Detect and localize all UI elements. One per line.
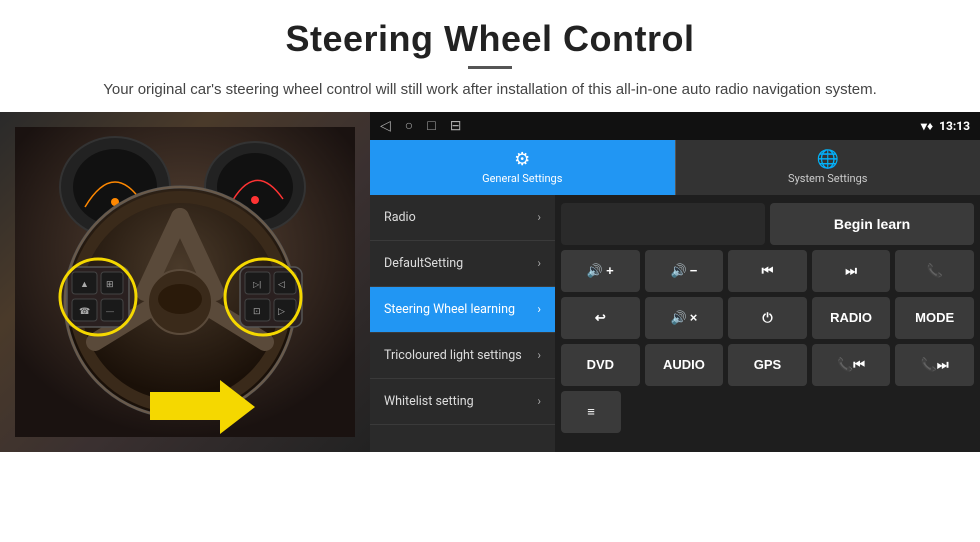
tab-bar: ⚙ General Settings 🌐 System Settings <box>370 140 980 195</box>
status-indicators: ▾♦ 13:13 <box>921 119 970 133</box>
prev-icon: ⏮ <box>762 263 774 279</box>
gps-button[interactable]: GPS <box>728 344 807 386</box>
android-ui: ◁ ○ □ ⊟ ▾♦ 13:13 ⚙ General Settings 🌐 Sy… <box>370 112 980 452</box>
mode-label: MODE <box>915 310 954 325</box>
menu-default-label: DefaultSetting <box>384 256 537 271</box>
phone-icon: 📞 <box>927 263 943 279</box>
next-track-button[interactable]: ⏭ <box>812 250 891 292</box>
car-image: ▲ ⊞ ☎ — ▷| ◁ ⊡ ▷ <box>0 112 370 452</box>
hang-up-button[interactable]: ↩ <box>561 297 640 339</box>
chevron-icon-tricoloured: › <box>537 348 541 362</box>
radio-label: RADIO <box>830 310 872 325</box>
chevron-icon-steering: › <box>537 302 541 316</box>
tab-system-settings[interactable]: 🌐 System Settings <box>675 140 980 195</box>
gps-label: GPS <box>754 357 781 372</box>
status-bar: ◁ ○ □ ⊟ ▾♦ 13:13 <box>370 112 980 140</box>
svg-text:☎: ☎ <box>79 306 90 316</box>
page-subtitle: Your original car's steering wheel contr… <box>60 79 920 102</box>
globe-icon: 🌐 <box>817 149 839 170</box>
svg-text:⊞: ⊞ <box>106 279 114 289</box>
begin-learn-button[interactable]: Begin learn <box>770 203 974 245</box>
list-icon: ≡ <box>587 404 595 419</box>
clock: 13:13 <box>939 119 970 133</box>
hangup-icon: ↩ <box>595 310 606 326</box>
menu-item-whitelist[interactable]: Whitelist setting › <box>370 379 555 425</box>
tab-general-label: General Settings <box>482 172 562 185</box>
signal-icon: ▾♦ <box>921 119 933 133</box>
vol-down-icon: 🔊 <box>671 263 687 279</box>
dvd-button[interactable]: DVD <box>561 344 640 386</box>
key-input-display <box>561 203 765 245</box>
svg-text:◁: ◁ <box>278 279 285 289</box>
vol-down-button[interactable]: 🔊− <box>645 250 724 292</box>
chevron-icon-whitelist: › <box>537 394 541 408</box>
nav-back-icon[interactable]: ◁ <box>380 118 391 134</box>
row-begin-learn: Begin learn <box>561 203 974 245</box>
right-panel: Begin learn 🔊+ 🔊− ⏮ ⏭ <box>555 195 980 452</box>
steering-wheel-bg: ▲ ⊞ ☎ — ▷| ◁ ⊡ ▷ <box>0 112 370 452</box>
row-source-controls: DVD AUDIO GPS 📞⏮ 📞⏭ <box>561 344 974 386</box>
left-menu: Radio › DefaultSetting › Steering Wheel … <box>370 195 555 452</box>
phone-next-button[interactable]: 📞⏭ <box>895 344 974 386</box>
prev-track-button[interactable]: ⏮ <box>728 250 807 292</box>
chevron-icon-default: › <box>537 256 541 270</box>
menu-radio-label: Radio <box>384 210 537 225</box>
svg-text:▲: ▲ <box>80 279 89 289</box>
bottom-section: ▲ ⊞ ☎ — ▷| ◁ ⊡ ▷ <box>0 112 980 452</box>
nav-buttons: ◁ ○ □ ⊟ <box>380 117 461 134</box>
row-extra-controls: ≡ <box>561 391 974 433</box>
title-divider <box>468 66 512 69</box>
menu-item-radio[interactable]: Radio › <box>370 195 555 241</box>
audio-label: AUDIO <box>663 357 705 372</box>
mute-icon: 🔊 <box>671 310 687 326</box>
nav-recent-icon[interactable]: □ <box>427 117 435 134</box>
svg-text:—: — <box>106 307 114 316</box>
gear-icon: ⚙ <box>514 149 530 170</box>
nav-menu-icon[interactable]: ⊟ <box>450 118 462 134</box>
menu-item-tricoloured[interactable]: Tricoloured light settings › <box>370 333 555 379</box>
page-title: Steering Wheel Control <box>60 18 920 60</box>
call-button[interactable]: 📞 <box>895 250 974 292</box>
nav-home-icon[interactable]: ○ <box>405 117 413 134</box>
content-area: Radio › DefaultSetting › Steering Wheel … <box>370 195 980 452</box>
phone-prev-button[interactable]: 📞⏮ <box>812 344 891 386</box>
power-icon: ⏻ <box>762 310 772 326</box>
phone-prev-icon: 📞⏮ <box>837 357 865 373</box>
audio-button[interactable]: AUDIO <box>645 344 724 386</box>
chevron-icon-radio: › <box>537 210 541 224</box>
next-icon: ⏭ <box>845 263 857 279</box>
header-section: Steering Wheel Control Your original car… <box>0 0 980 112</box>
vol-up-icon: 🔊 <box>587 263 603 279</box>
mode-button[interactable]: MODE <box>895 297 974 339</box>
list-button[interactable]: ≡ <box>561 391 621 433</box>
menu-item-steering[interactable]: Steering Wheel learning › <box>370 287 555 333</box>
menu-tricoloured-label: Tricoloured light settings <box>384 348 537 363</box>
row-secondary-controls: ↩ 🔊× ⏻ RADIO MODE <box>561 297 974 339</box>
vol-up-button[interactable]: 🔊+ <box>561 250 640 292</box>
tab-system-label: System Settings <box>788 172 867 185</box>
svg-text:⊡: ⊡ <box>253 306 261 316</box>
menu-item-defaultsetting[interactable]: DefaultSetting › <box>370 241 555 287</box>
menu-whitelist-label: Whitelist setting <box>384 394 537 409</box>
radio-button[interactable]: RADIO <box>812 297 891 339</box>
row-media-controls: 🔊+ 🔊− ⏮ ⏭ 📞 <box>561 250 974 292</box>
svg-text:▷: ▷ <box>278 306 285 316</box>
steering-wheel-svg: ▲ ⊞ ☎ — ▷| ◁ ⊡ ▷ <box>15 127 355 437</box>
mute-button[interactable]: 🔊× <box>645 297 724 339</box>
tab-general-settings[interactable]: ⚙ General Settings <box>370 140 675 195</box>
dvd-label: DVD <box>587 357 614 372</box>
menu-steering-label: Steering Wheel learning <box>384 302 537 317</box>
power-button[interactable]: ⏻ <box>728 297 807 339</box>
phone-next-icon: 📞⏭ <box>921 357 949 373</box>
svg-text:▷|: ▷| <box>253 280 261 289</box>
